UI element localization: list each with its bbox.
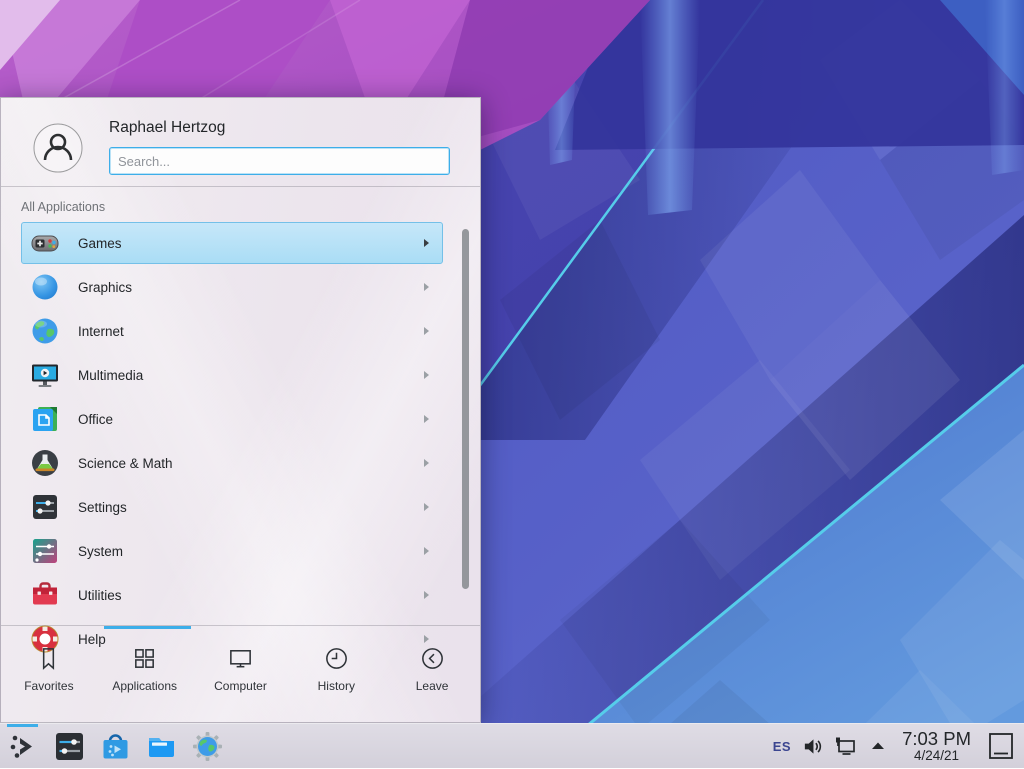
show-desktop-icon <box>987 731 1015 761</box>
system-icon <box>29 535 61 567</box>
application-launcher-menu: Raphael Hertzog All Applications Games <box>0 97 481 723</box>
menu-item-graphics[interactable]: Graphics <box>21 266 443 308</box>
history-icon <box>323 645 350 672</box>
submenu-arrow-icon <box>424 547 429 555</box>
clock-date: 4/24/21 <box>902 749 971 763</box>
menu-item-system[interactable]: System <box>21 530 443 572</box>
clock-time: 7:03 PM <box>902 729 971 748</box>
tab-history[interactable]: History <box>288 631 384 721</box>
web-browser-button[interactable] <box>184 724 230 769</box>
system-settings-button[interactable] <box>46 724 92 769</box>
system-settings-icon <box>53 730 86 763</box>
graphics-icon <box>29 271 61 303</box>
discover-button[interactable] <box>92 724 138 769</box>
digital-clock[interactable]: 7:03 PM 4/24/21 <box>902 729 971 763</box>
internet-icon <box>29 315 61 347</box>
keyboard-layout-indicator[interactable]: ES <box>773 739 791 754</box>
launcher-header: Raphael Hertzog <box>1 98 480 187</box>
computer-icon <box>227 645 254 672</box>
menu-item-science-math[interactable]: Science & Math <box>21 442 443 484</box>
kde-launcher-icon <box>7 730 40 763</box>
browser-globe-icon <box>191 730 224 763</box>
submenu-arrow-icon <box>424 503 429 511</box>
launcher-tabbar: Favorites Applications Computer <box>1 631 480 721</box>
menu-item-multimedia[interactable]: Multimedia <box>21 354 443 396</box>
menu-item-settings[interactable]: Settings <box>21 486 443 528</box>
file-manager-button[interactable] <box>138 724 184 769</box>
volume-icon[interactable] <box>802 736 823 757</box>
submenu-arrow-icon <box>424 415 429 423</box>
tabbar-divider <box>1 625 480 626</box>
games-icon <box>29 227 61 259</box>
office-icon <box>29 403 61 435</box>
submenu-arrow-icon <box>424 371 429 379</box>
tab-applications[interactable]: Applications <box>97 631 193 721</box>
tab-leave[interactable]: Leave <box>384 631 480 721</box>
network-icon[interactable] <box>834 735 858 757</box>
menu-item-utilities[interactable]: Utilities <box>21 574 443 616</box>
submenu-arrow-icon <box>424 327 429 335</box>
menu-item-office[interactable]: Office <box>21 398 443 440</box>
system-tray: ES 7:03 PM 4/24/21 <box>773 729 1024 763</box>
menu-item-internet[interactable]: Internet <box>21 310 443 352</box>
submenu-arrow-icon <box>424 459 429 467</box>
science-icon <box>29 447 61 479</box>
section-label: All Applications <box>21 200 105 214</box>
app-launcher-button[interactable] <box>0 724 46 769</box>
show-desktop-button[interactable] <box>986 730 1016 762</box>
folder-icon <box>145 730 178 763</box>
settings-icon <box>29 491 61 523</box>
expand-tray-icon[interactable] <box>869 737 887 755</box>
submenu-arrow-icon <box>424 591 429 599</box>
tab-computer[interactable]: Computer <box>193 631 289 721</box>
discover-icon <box>99 730 132 763</box>
multimedia-icon <box>29 359 61 391</box>
taskbar-apps <box>0 724 230 768</box>
search-input[interactable] <box>109 147 450 175</box>
scrollbar[interactable] <box>462 229 469 589</box>
favorites-icon <box>35 645 62 672</box>
leave-icon <box>419 645 446 672</box>
submenu-arrow-icon <box>424 283 429 291</box>
user-name: Raphael Hertzog <box>109 119 225 137</box>
submenu-arrow-icon <box>424 239 429 247</box>
active-tab-indicator <box>104 626 191 629</box>
taskbar-panel: ES 7:03 PM 4/24/21 <box>0 723 1024 768</box>
applications-icon <box>131 645 158 672</box>
tab-favorites[interactable]: Favorites <box>1 631 97 721</box>
launcher-open-indicator <box>7 724 38 727</box>
menu-item-games[interactable]: Games <box>21 222 443 264</box>
user-avatar-icon[interactable] <box>33 123 83 173</box>
utilities-icon <box>29 579 61 611</box>
